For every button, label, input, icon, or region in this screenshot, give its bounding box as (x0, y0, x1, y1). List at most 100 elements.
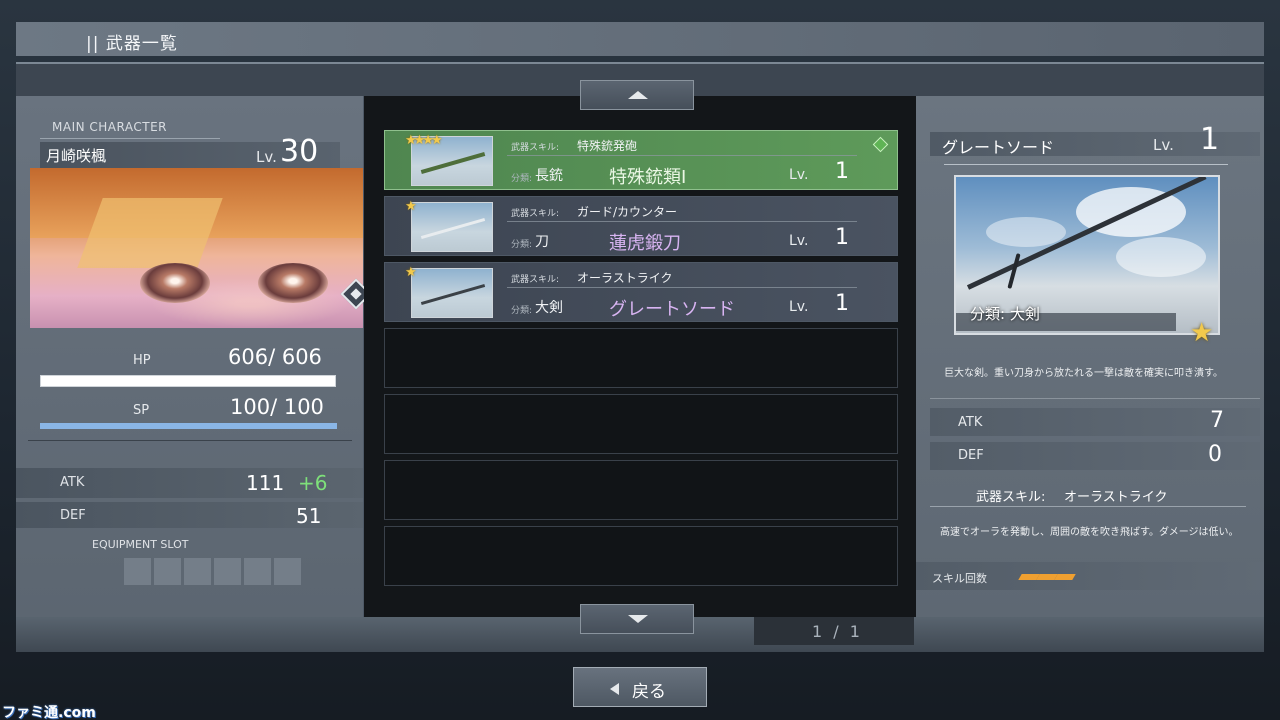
weapon-name: 特殊銃類I (609, 167, 687, 188)
weapon-class: 長銃 (535, 168, 563, 184)
empty-weapon-row (384, 394, 898, 454)
rarity-star-icon: ★ (1190, 318, 1214, 348)
skill-description: 高速でオーラを発動し、周囲の敵を吹き飛ばす。ダメージは低い。 (940, 527, 1239, 538)
arrow-up-icon (628, 91, 648, 99)
divider (28, 440, 352, 441)
atk-label: ATK (60, 475, 85, 490)
arrow-down-icon (628, 615, 648, 623)
portrait-hair-highlight (77, 198, 223, 268)
weapon-thumbnail (411, 268, 493, 318)
detail-class: 分類: 大剣 (970, 305, 1040, 323)
divider (507, 155, 857, 156)
main-character-label: MAIN CHARACTER (52, 120, 167, 134)
portrait-eye-left (140, 263, 210, 303)
scroll-down-button[interactable] (580, 604, 694, 634)
detail-skill-label: 武器スキル: (976, 490, 1046, 505)
detail-def-label: DEF (958, 448, 984, 463)
katana-image (420, 217, 486, 240)
portrait-eye-right (258, 263, 328, 303)
equipment-slot[interactable] (124, 558, 151, 585)
class-label: 分類: (511, 240, 533, 250)
detail-atk-value: 7 (1210, 408, 1224, 433)
divider (930, 506, 1246, 507)
cloud-image (986, 217, 1066, 247)
character-level-label: Lv. (256, 148, 277, 166)
header-bar (16, 22, 1264, 56)
weapon-level: 1 (835, 291, 849, 316)
sword-guard-image (1007, 253, 1021, 289)
weapon-level-label: Lv. (789, 167, 809, 183)
weapon-name: 蓮虎鍛刀 (609, 233, 681, 254)
character-level: 30 (280, 134, 319, 169)
skill-label: 武器スキル: (511, 143, 560, 153)
class-label: 分類: (511, 174, 533, 184)
sp-value: 100/ 100 (230, 395, 324, 419)
detail-skill-name: オーラストライク (1064, 490, 1168, 505)
atk-value: 111 (246, 471, 285, 495)
weapon-skill: ガード/カウンター (577, 205, 678, 219)
divider (930, 398, 1260, 399)
rifle-image (420, 151, 486, 175)
equipment-slot[interactable] (274, 558, 301, 585)
skill-count-pip (1054, 574, 1076, 580)
weapon-name: グレートソード (609, 299, 735, 320)
rarity-stars-icon: ★ (405, 265, 417, 280)
arrow-left-icon (610, 683, 619, 695)
weapon-class: 大剣 (535, 300, 563, 316)
hp-label: HP (133, 353, 151, 368)
cloud-image (1116, 237, 1206, 277)
character-name: 月崎咲楓 (46, 147, 107, 165)
divider (507, 221, 857, 222)
back-button-label: 戻る (632, 682, 666, 702)
weapon-skill: オーラストライク (577, 271, 673, 285)
rarity-stars-icon: ★ (405, 199, 417, 214)
sp-bar (40, 423, 337, 429)
def-label: DEF (60, 508, 86, 523)
weapon-description: 巨大な剣。重い刀身から放たれる一撃は敵を確実に叩き潰す。 (944, 368, 1223, 379)
detail-def-value: 0 (1208, 442, 1222, 467)
watermark-logo: ファミ通.com (2, 705, 96, 720)
weapon-row[interactable]: ★ 武器スキル: ガード/カウンター 分類: 刀 蓮虎鍛刀 Lv. 1 (384, 196, 898, 256)
class-label: 分類: (511, 306, 533, 316)
empty-weapon-row (384, 460, 898, 520)
divider (40, 138, 220, 139)
weapon-row[interactable]: ★★★★ 武器スキル: 特殊銃発砲 分類: 長銃 特殊銃類I Lv. 1 (384, 130, 898, 190)
skill-label: 武器スキル: (511, 275, 560, 285)
skill-label: 武器スキル: (511, 209, 560, 219)
page-title: || 武器一覧 (86, 34, 178, 54)
hp-value: 606/ 606 (228, 345, 322, 369)
empty-weapon-row (384, 328, 898, 388)
weapon-level: 1 (835, 225, 849, 250)
greatsword-image (420, 283, 486, 306)
hp-bar (40, 375, 336, 387)
detail-level: 1 (1200, 122, 1220, 157)
equipment-slot[interactable] (244, 558, 271, 585)
divider (944, 164, 1228, 165)
detail-level-label: Lv. (1153, 136, 1174, 154)
sp-label: SP (133, 403, 150, 418)
detail-weapon-image: 分類: 大剣 (954, 175, 1220, 335)
detail-atk-label: ATK (958, 415, 983, 430)
empty-weapon-row (384, 526, 898, 586)
weapon-thumbnail (411, 202, 493, 252)
back-button[interactable]: 戻る (573, 667, 707, 707)
def-value: 51 (296, 504, 322, 528)
equipment-slot-label: EQUIPMENT SLOT (92, 538, 189, 551)
page-indicator: 1 / 1 (812, 622, 863, 641)
rarity-stars-icon: ★★★★ (405, 133, 443, 148)
divider (507, 287, 857, 288)
weapon-class: 刀 (535, 234, 549, 250)
weapon-level-label: Lv. (789, 299, 809, 315)
weapon-skill: 特殊銃発砲 (577, 139, 638, 153)
equipment-slot[interactable] (184, 558, 211, 585)
atk-bonus: +6 (298, 471, 328, 495)
character-portrait (30, 168, 363, 328)
detail-weapon-name: グレートソード (942, 138, 1055, 157)
weapon-row[interactable]: ★ 武器スキル: オーラストライク 分類: 大剣 グレートソード Lv. 1 (384, 262, 898, 322)
equipped-icon (872, 136, 889, 153)
scroll-up-button[interactable] (580, 80, 694, 110)
weapon-level-label: Lv. (789, 233, 809, 249)
skill-count-label: スキル回数 (932, 572, 987, 585)
equipment-slot[interactable] (154, 558, 181, 585)
equipment-slot[interactable] (214, 558, 241, 585)
